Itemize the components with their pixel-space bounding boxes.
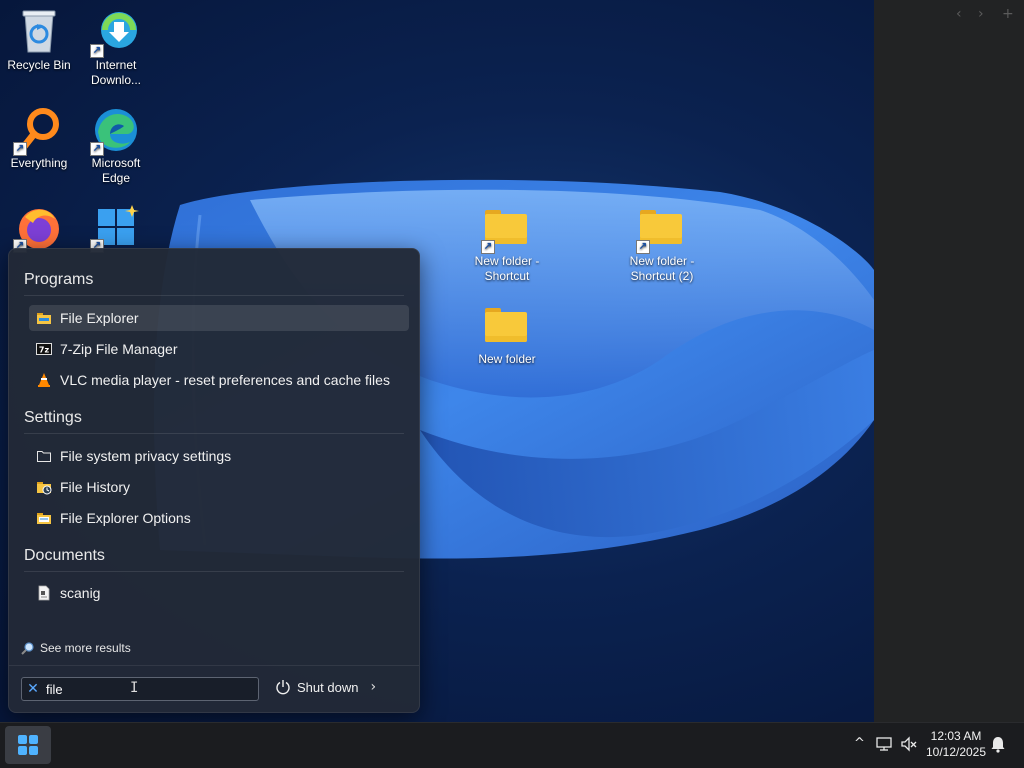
folder-icon — [483, 302, 531, 350]
result-label: File History — [60, 479, 131, 495]
desktop-icon-new-folder-shortcut-2[interactable]: ↗ New folder - Shortcut (2) — [624, 204, 700, 284]
magnifier-icon — [21, 641, 35, 655]
edge-icon: ↗ — [90, 106, 140, 156]
file-history-icon — [36, 479, 52, 495]
taskbar-clock[interactable]: 12:03 AM 10/12/2025 — [918, 728, 994, 760]
shortcut-arrow-icon: ↗ — [481, 240, 495, 254]
divider — [24, 295, 404, 296]
folder-options-icon — [36, 510, 52, 526]
folder-shortcut-icon: ↗ — [481, 204, 531, 254]
text-cursor-icon: I — [130, 680, 139, 696]
desktop-icon-label: New folder — [478, 352, 536, 366]
result-label: File Explorer Options — [60, 510, 191, 526]
divider — [24, 571, 404, 572]
internet-download-manager-icon: ↗ — [90, 8, 140, 58]
clock-date: 10/12/2025 — [925, 745, 987, 759]
result-label: VLC media player - reset preferences and… — [60, 372, 390, 388]
result-label: scanig — [60, 585, 101, 601]
folder-outline-icon — [36, 448, 52, 464]
shutdown-options-arrow-icon[interactable]: › — [370, 679, 376, 695]
result-label: File system privacy settings — [60, 448, 232, 464]
shortcut-arrow-icon: ↗ — [90, 142, 104, 156]
desktop-icon-label: Everything — [10, 156, 68, 170]
document-icon — [36, 585, 52, 601]
volume-muted-icon[interactable] — [900, 735, 918, 757]
shortcut-arrow-icon: ↗ — [90, 44, 104, 58]
desktop-icon-microsoft-edge[interactable]: ↗ Microsoft Edge — [78, 106, 154, 186]
power-icon — [275, 679, 291, 695]
panel-add-icon[interactable]: + — [1002, 6, 1014, 22]
vlc-cone-icon — [36, 372, 52, 388]
file-explorer-icon — [36, 310, 52, 326]
group-title-settings: Settings — [24, 409, 82, 426]
desktop-icon-label: Internet Downlo... — [90, 58, 142, 87]
shutdown-button[interactable]: Shut down › — [275, 679, 376, 695]
desktop-icon-internet-download-manager[interactable]: ↗ Internet Downlo... — [78, 8, 154, 88]
see-more-label: See more results — [40, 641, 131, 655]
clear-search-icon[interactable]: ✕ — [26, 682, 40, 696]
panel-next-icon[interactable]: › — [978, 6, 984, 22]
see-more-results-link[interactable]: See more results — [21, 641, 131, 655]
windows-logo-icon — [18, 735, 38, 755]
desktop-icon-recycle-bin[interactable]: Recycle Bin — [1, 8, 77, 73]
result-7zip-file-manager[interactable]: 7z 7-Zip File Manager — [29, 336, 409, 362]
side-panel: ‹ › + — [874, 0, 1024, 722]
shutdown-label: Shut down — [297, 679, 359, 695]
desktop-icon-label: Microsoft Edge — [91, 156, 141, 185]
result-file-system-privacy-settings[interactable]: File system privacy settings — [29, 443, 409, 469]
svg-text:7z: 7z — [39, 346, 50, 355]
result-file-history[interactable]: File History — [29, 474, 409, 500]
firefox-icon: ↗ — [13, 203, 63, 253]
desktop-icon-everything[interactable]: ↗ Everything — [1, 106, 77, 171]
result-document-scanig[interactable]: scanig — [29, 580, 409, 606]
desktop-icon-label: New folder - Shortcut — [474, 254, 540, 283]
desktop-icon-firefox[interactable]: ↗ — [1, 203, 77, 253]
notification-bell-icon[interactable] — [989, 735, 1007, 757]
group-title-programs: Programs — [24, 271, 94, 288]
start-menu-search-panel: Programs File Explorer 7z 7-Zip File Man… — [8, 248, 420, 713]
group-title-documents: Documents — [24, 547, 105, 564]
desktop-icon-label: Recycle Bin — [7, 58, 71, 72]
windows-app-icon: ↗ — [90, 203, 140, 253]
shortcut-arrow-icon: ↗ — [636, 240, 650, 254]
desktop-icon-label: New folder - Shortcut (2) — [629, 254, 695, 283]
desktop-icon-windows-app[interactable]: ↗ — [78, 203, 154, 253]
result-label: File Explorer — [60, 310, 139, 326]
divider — [24, 433, 404, 434]
shortcut-arrow-icon: ↗ — [13, 142, 27, 156]
search-box[interactable]: ✕ I — [21, 677, 259, 701]
clock-time: 12:03 AM — [930, 729, 982, 743]
result-vlc-reset-preferences[interactable]: VLC media player - reset preferences and… — [29, 367, 409, 393]
panel-prev-icon[interactable]: ‹ — [956, 6, 962, 22]
7zip-icon: 7z — [36, 341, 52, 357]
recycle-bin-icon — [15, 8, 63, 56]
desktop-icon-new-folder-shortcut[interactable]: ↗ New folder - Shortcut — [469, 204, 545, 284]
everything-search-icon: ↗ — [13, 106, 63, 156]
result-label: 7-Zip File Manager — [60, 341, 178, 357]
network-icon[interactable] — [875, 735, 893, 757]
result-file-explorer[interactable]: File Explorer — [29, 305, 409, 331]
taskbar: ^ 12:03 AM 10/12/2025 — [0, 722, 1024, 768]
result-file-explorer-options[interactable]: File Explorer Options — [29, 505, 409, 531]
tray-overflow-chevron-icon[interactable]: ^ — [854, 736, 865, 751]
desktop-icon-new-folder[interactable]: New folder — [469, 302, 545, 367]
folder-shortcut-icon: ↗ — [636, 204, 686, 254]
divider — [9, 665, 419, 666]
start-button[interactable] — [5, 726, 51, 764]
